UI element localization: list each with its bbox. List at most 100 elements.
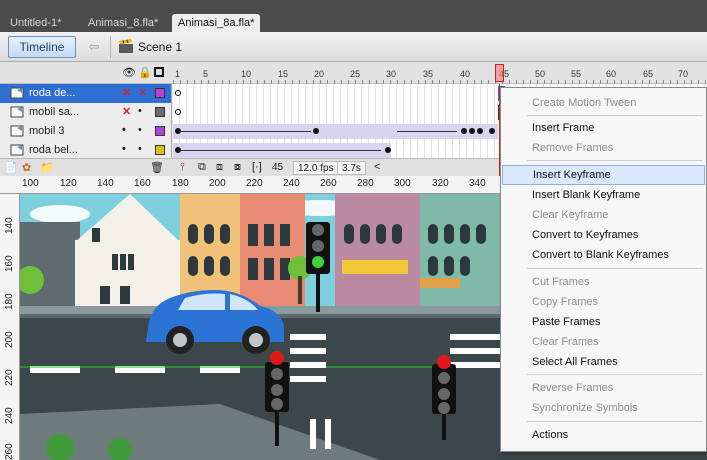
- menu-item-clear-frames: Clear Frames: [532, 336, 599, 348]
- frame-ruler-number: 1: [175, 69, 181, 79]
- menu-separator: [527, 374, 703, 375]
- layer-outline-color[interactable]: [155, 88, 165, 98]
- layer-name[interactable]: roda bel...: [29, 144, 78, 156]
- back-arrow-icon[interactable]: ⇦: [84, 37, 104, 57]
- frame-ruler-number: 70: [678, 69, 689, 79]
- keyframe: [313, 128, 319, 134]
- menu-item-insert-frame[interactable]: Insert Frame: [502, 118, 705, 138]
- timeline-header: 👁 🔒 1 5 10 15 20 25 30 35 40 45 50 55 60 65 70: [0, 62, 707, 84]
- center-frame-icon[interactable]: ⫯: [180, 161, 185, 174]
- layer-lock-toggle[interactable]: ✕: [138, 86, 147, 99]
- frame-ruler-number: 55: [571, 69, 582, 79]
- menu-item-convert-to-keyframes[interactable]: Convert to Keyframes: [502, 225, 705, 245]
- menu-item-convert-to-blank-keyframes[interactable]: Convert to Blank Keyframes: [502, 245, 705, 265]
- toolbar-divider: [110, 36, 111, 58]
- menu-separator: [527, 268, 703, 269]
- layer-name[interactable]: mobil sa...: [29, 106, 79, 118]
- document-tab-bar: Untitled-1* Animasi_8.fla* Animasi_8a.fl…: [0, 0, 707, 32]
- document-tab-animasi-8[interactable]: Animasi_8.fla*: [82, 14, 164, 32]
- frame-ruler[interactable]: 1 5 10 15 20 25 30 35 40 45 50 55 60 65 70: [173, 62, 707, 84]
- lock-icon[interactable]: 🔒: [138, 66, 152, 79]
- layer-outline-color[interactable]: [155, 145, 165, 155]
- scroll-left-icon[interactable]: <: [374, 161, 380, 173]
- menu-item-paste-frames[interactable]: Paste Frames: [502, 312, 705, 332]
- current-frame-readout: 45: [272, 162, 284, 173]
- keyframe: [489, 128, 495, 134]
- tween-arrow: [181, 150, 381, 151]
- menu-item-insert-blank-keyframe[interactable]: Insert Blank Keyframe: [502, 185, 705, 205]
- timeline-button[interactable]: Timeline: [8, 36, 76, 58]
- menu-item-select-all-frames[interactable]: Select All Frames: [502, 352, 705, 372]
- layer-name-cell[interactable]: roda de... ✕ ✕: [0, 84, 172, 103]
- clapperboard-icon: [119, 39, 133, 53]
- frame-ruler-number: 25: [350, 69, 361, 79]
- frame-ruler-number: 5: [203, 69, 209, 79]
- menu-item-reverse-frames: Reverse Frames: [532, 382, 614, 394]
- ruler-number: 240: [283, 178, 300, 189]
- ruler-number: 220: [4, 369, 15, 386]
- frame-rate-readout[interactable]: 12.0 fps: [293, 161, 339, 175]
- ruler-number: 140: [4, 217, 15, 234]
- menu-item-cut-frames: Cut Frames: [532, 276, 590, 288]
- layer-visibility-toggle[interactable]: ✕: [122, 86, 131, 99]
- ruler-number: 340: [469, 178, 486, 189]
- stage-ruler-vertical: 140 160 180 200 220 240 260: [0, 194, 20, 460]
- ruler-number: 220: [246, 178, 263, 189]
- menu-item-actions[interactable]: Actions: [502, 425, 705, 445]
- new-layer-icon[interactable]: 📄: [4, 161, 18, 174]
- new-folder-icon[interactable]: 📁: [40, 161, 54, 174]
- layer-lock-toggle[interactable]: •: [138, 105, 142, 117]
- layer-outline-color[interactable]: [155, 107, 165, 117]
- menu-item-remove-frames: Remove Frames: [532, 142, 614, 154]
- layer-lock-toggle[interactable]: •: [138, 143, 142, 155]
- frame-ruler-number: 50: [535, 69, 546, 79]
- layer-visibility-toggle[interactable]: •: [122, 143, 126, 155]
- layer-name-cell[interactable]: mobil sa... ✕ •: [0, 103, 172, 122]
- layer-name[interactable]: mobil 3: [29, 125, 64, 137]
- trash-icon[interactable]: 🗑: [150, 161, 164, 174]
- layer-visibility-toggle[interactable]: ✕: [122, 105, 131, 118]
- menu-item-clear-keyframe: Clear Keyframe: [532, 209, 609, 221]
- ruler-number: 300: [394, 178, 411, 189]
- keyframe: [469, 128, 475, 134]
- menu-item-synchronize-symbols: Synchronize Symbols: [532, 402, 638, 414]
- document-tab-animasi-8a[interactable]: Animasi_8a.fla*: [172, 14, 261, 32]
- onion-skin-icon[interactable]: ⧉: [198, 161, 206, 174]
- menu-item-copy-frames: Copy Frames: [532, 296, 599, 308]
- add-motion-guide-icon[interactable]: ✿: [22, 161, 31, 174]
- keyframe: [477, 128, 483, 134]
- menu-separator: [527, 115, 703, 116]
- menu-item-create-motion-tween: Create Motion Tween: [532, 97, 637, 109]
- ruler-number: 180: [172, 178, 189, 189]
- ruler-number: 260: [320, 178, 337, 189]
- ruler-number: 120: [60, 178, 77, 189]
- ruler-number: 180: [4, 293, 15, 310]
- layer-icon: [10, 144, 24, 156]
- layer-visibility-toggle[interactable]: •: [122, 124, 126, 136]
- layer-name-cell[interactable]: mobil 3 • •: [0, 122, 172, 141]
- tween-arrow: [181, 131, 311, 132]
- frame-ruler-number: 10: [241, 69, 252, 79]
- onion-skin-outlines-icon[interactable]: ⧈: [216, 161, 223, 174]
- elapsed-time-readout: 3.7s: [337, 161, 366, 175]
- keyframe: [461, 128, 467, 134]
- layer-outline-color[interactable]: [155, 126, 165, 136]
- modify-markers-icon[interactable]: [·]: [252, 161, 262, 173]
- layer-lock-toggle[interactable]: •: [138, 124, 142, 136]
- frame-ruler-number: 60: [606, 69, 617, 79]
- frame-ruler-number: 20: [314, 69, 325, 79]
- ruler-number: 320: [432, 178, 449, 189]
- eye-icon[interactable]: 👁: [122, 66, 136, 79]
- edit-multiple-frames-icon[interactable]: ⧇: [234, 161, 241, 174]
- frame-ruler-number: 35: [423, 69, 434, 79]
- menu-separator: [527, 160, 703, 161]
- document-tab-untitled[interactable]: Untitled-1*: [4, 14, 67, 32]
- frame-ruler-number: 30: [386, 69, 397, 79]
- playhead-marker[interactable]: [495, 64, 504, 82]
- menu-item-insert-keyframe[interactable]: Insert Keyframe: [502, 165, 705, 185]
- scene-label: Scene 1: [138, 40, 183, 54]
- layer-name[interactable]: roda de...: [29, 87, 75, 99]
- outline-icon[interactable]: [154, 67, 164, 77]
- ruler-number: 100: [22, 178, 39, 189]
- ruler-number: 160: [134, 178, 151, 189]
